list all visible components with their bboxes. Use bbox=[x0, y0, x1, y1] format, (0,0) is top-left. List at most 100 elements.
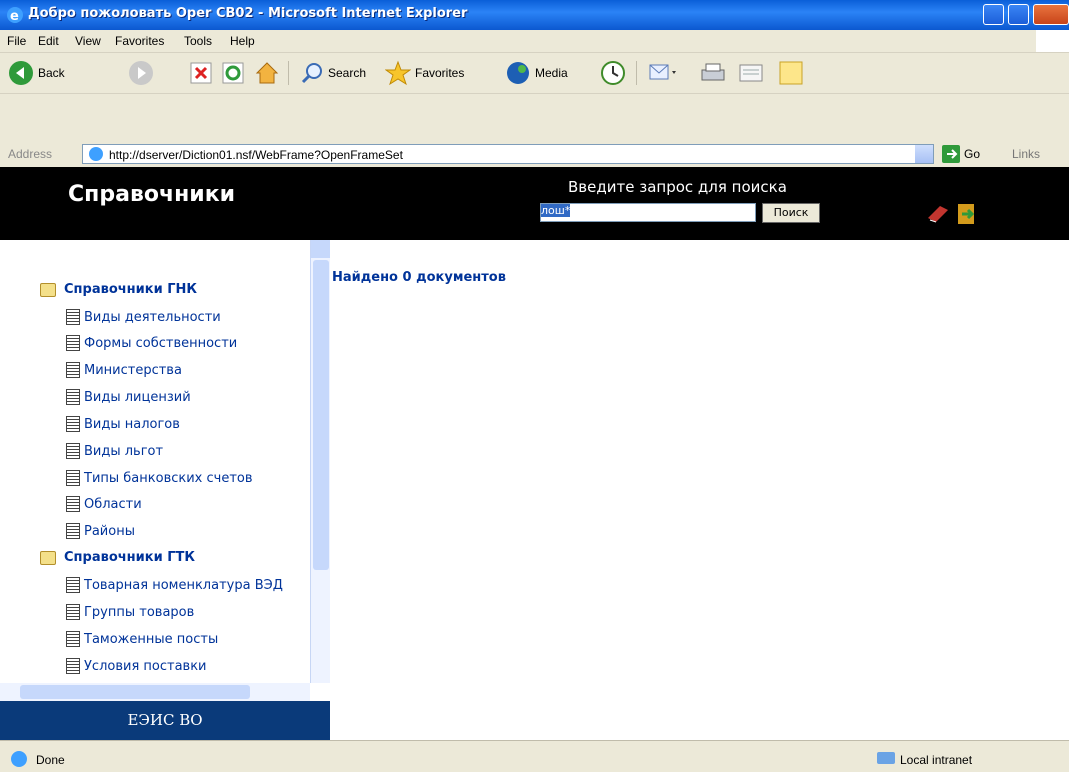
tree-folder-gnk[interactable]: Справочники ГНК bbox=[40, 282, 197, 297]
tree-item[interactable]: Товарная номенклатура ВЭД bbox=[66, 577, 310, 593]
printer-icon bbox=[701, 63, 725, 81]
document-icon bbox=[66, 496, 80, 512]
minimize-button[interactable] bbox=[983, 4, 1004, 25]
window-title: Добро пожоловать Oper CB02 - Microsoft I… bbox=[28, 6, 468, 21]
tree-item[interactable]: Формы собственности bbox=[66, 335, 237, 351]
discuss-button[interactable] bbox=[778, 59, 804, 87]
document-icon bbox=[66, 443, 80, 459]
refresh-icon bbox=[222, 62, 244, 84]
forward-button[interactable] bbox=[128, 59, 154, 87]
links-button[interactable]: Links bbox=[1012, 147, 1040, 161]
tree-item[interactable]: Виды лицензий bbox=[66, 389, 191, 405]
stop-button[interactable] bbox=[190, 59, 212, 87]
document-icon bbox=[66, 335, 80, 351]
back-arrow-icon bbox=[9, 61, 33, 85]
search-label: Введите запрос для поиска bbox=[568, 178, 787, 196]
stop-icon bbox=[190, 62, 212, 84]
search-submit-button[interactable]: Поиск bbox=[762, 203, 820, 223]
menu-help[interactable]: Help bbox=[230, 34, 255, 48]
go-arrow-icon bbox=[942, 145, 960, 163]
search-input[interactable]: лош* bbox=[540, 203, 756, 222]
folder-icon bbox=[40, 282, 56, 297]
edit-button[interactable] bbox=[738, 59, 764, 87]
back-button[interactable]: Back bbox=[8, 59, 65, 87]
search-icon bbox=[301, 63, 322, 84]
home-button[interactable] bbox=[254, 59, 280, 87]
svg-text:e: e bbox=[10, 9, 19, 24]
book-icon[interactable] bbox=[926, 202, 950, 226]
print-button[interactable] bbox=[700, 59, 726, 87]
mail-button[interactable] bbox=[648, 59, 678, 87]
star-icon bbox=[385, 60, 411, 86]
ie-logo-icon: e bbox=[7, 7, 23, 24]
document-icon bbox=[66, 604, 80, 620]
tree-item[interactable]: Виды деятельности bbox=[66, 309, 221, 325]
toolbar: Back Search Favorites Media bbox=[0, 53, 1069, 94]
tree-item[interactable]: Группы товаров bbox=[66, 604, 194, 620]
document-icon bbox=[66, 470, 80, 486]
tree-item[interactable]: Типы банковских счетов bbox=[66, 470, 253, 486]
scroll-up-arrow-icon[interactable] bbox=[311, 240, 331, 258]
exit-icon[interactable] bbox=[954, 202, 978, 226]
menu-bar: File Edit View Favorites Tools Help bbox=[0, 30, 1069, 53]
search-result-text: Найдено 0 документов bbox=[332, 270, 506, 285]
tree-folder-gtk[interactable]: Справочники ГТК bbox=[40, 550, 195, 565]
tree-item[interactable]: Условия поставки bbox=[66, 658, 207, 674]
app-brand: Справочники bbox=[68, 182, 236, 207]
home-icon bbox=[255, 62, 279, 84]
windows-flag-icon bbox=[1036, 30, 1069, 52]
menu-favorites[interactable]: Favorites bbox=[115, 34, 164, 48]
close-button[interactable] bbox=[1033, 4, 1069, 25]
scroll-thumb[interactable] bbox=[20, 685, 250, 699]
document-icon bbox=[66, 309, 80, 325]
mail-icon bbox=[649, 64, 676, 80]
search-button[interactable]: Search bbox=[300, 59, 366, 87]
media-icon bbox=[507, 62, 529, 84]
left-footer-label: ЕЭИС ВО bbox=[0, 701, 330, 740]
history-icon bbox=[601, 61, 625, 85]
address-dropdown-button[interactable] bbox=[915, 145, 933, 163]
maximize-button[interactable] bbox=[1008, 4, 1029, 25]
media-button[interactable]: Media bbox=[505, 59, 568, 87]
status-zone: Local intranet bbox=[900, 753, 973, 767]
address-label: Address bbox=[8, 147, 53, 161]
folder-icon bbox=[40, 550, 56, 565]
forward-arrow-icon bbox=[129, 61, 153, 85]
document-icon bbox=[66, 523, 80, 539]
left-vertical-scrollbar[interactable] bbox=[310, 240, 331, 683]
document-icon bbox=[66, 658, 80, 674]
history-button[interactable] bbox=[600, 59, 626, 87]
favorites-button[interactable]: Favorites bbox=[385, 59, 464, 87]
intranet-zone-icon bbox=[877, 752, 895, 764]
title-bar: e Добро пожоловать Oper CB02 - Microsoft… bbox=[0, 0, 1069, 30]
menu-file[interactable]: File bbox=[7, 34, 26, 48]
tree-item[interactable]: Виды льгот bbox=[66, 443, 163, 459]
page-icon bbox=[89, 147, 103, 161]
tree-item[interactable]: Области bbox=[66, 496, 142, 512]
document-icon bbox=[66, 362, 80, 378]
document-icon bbox=[66, 631, 80, 647]
page-status-icon bbox=[11, 751, 27, 767]
note-icon bbox=[779, 61, 803, 85]
tree-item[interactable]: Министерства bbox=[66, 362, 182, 378]
tree-item[interactable]: Районы bbox=[66, 523, 135, 539]
document-icon bbox=[66, 389, 80, 405]
go-button[interactable]: Go bbox=[942, 145, 980, 163]
menu-view[interactable]: View bbox=[75, 34, 101, 48]
scroll-thumb[interactable] bbox=[313, 260, 329, 570]
edit-icon bbox=[739, 64, 763, 82]
address-input[interactable]: http://dserver/Diction01.nsf/WebFrame?Op… bbox=[82, 144, 934, 164]
toolbar-separator bbox=[636, 61, 637, 85]
tree-item[interactable]: Виды налогов bbox=[66, 416, 180, 432]
document-icon bbox=[66, 577, 80, 593]
toolbar-separator bbox=[288, 61, 289, 85]
status-bar: Done Local intranet bbox=[0, 740, 1069, 772]
main-content-frame bbox=[330, 240, 1069, 740]
menu-edit[interactable]: Edit bbox=[38, 34, 59, 48]
menu-tools[interactable]: Tools bbox=[184, 34, 212, 48]
refresh-button[interactable] bbox=[222, 59, 244, 87]
status-text: Done bbox=[36, 753, 65, 767]
left-horizontal-scrollbar[interactable] bbox=[0, 683, 310, 701]
address-bar: Address http://dserver/Diction01.nsf/Web… bbox=[0, 141, 1069, 167]
tree-item[interactable]: Таможенные посты bbox=[66, 631, 218, 647]
